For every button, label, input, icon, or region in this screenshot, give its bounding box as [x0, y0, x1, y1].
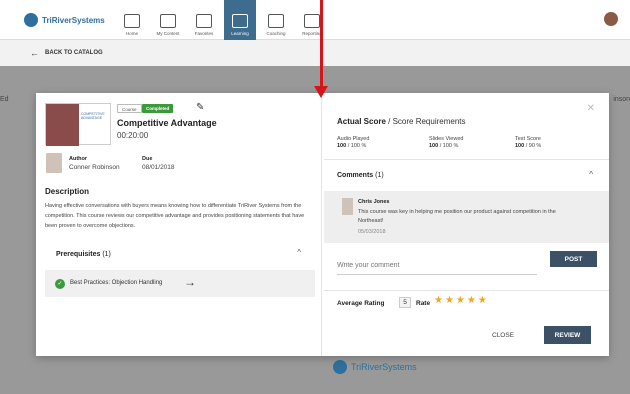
check-circle-icon: ✓	[55, 279, 65, 289]
bar-chart-icon	[304, 14, 320, 28]
chevron-up-icon[interactable]: ^	[297, 248, 301, 257]
graduation-cap-icon	[232, 14, 248, 28]
rate-label: Rate	[416, 300, 431, 307]
course-title: Competitive Advantage	[117, 118, 217, 128]
prerequisites-header[interactable]: Prerequisites (1) ^	[45, 241, 315, 271]
post-button[interactable]: POST	[550, 251, 597, 267]
nav-favorites[interactable]: Favorites	[188, 0, 220, 40]
close-icon[interactable]: ✕	[587, 103, 595, 114]
arrow-right-icon[interactable]: →	[184, 275, 196, 289]
chevron-up-icon[interactable]: ^	[589, 170, 593, 179]
logo-icon	[24, 13, 38, 27]
course-detail-modal: COMPETITIVE ADVANTAGE Course Completed ✎…	[36, 93, 609, 356]
brand-logo[interactable]: TriRiverSystems	[24, 13, 105, 27]
score-comments-panel: ✕ Actual Score / Score Requirements Audi…	[324, 93, 609, 356]
comments-header[interactable]: Comments (1) ^	[324, 159, 609, 191]
description-text: Having effective conversations with buye…	[45, 203, 305, 229]
comments-title: Comments (1)	[337, 172, 384, 179]
nav-home[interactable]: Home	[116, 0, 148, 40]
comment-text: This course was key in helping me positi…	[358, 209, 556, 224]
score-slides: Slides Viewed 100 / 100 %	[429, 136, 464, 149]
callout-arrow	[320, 0, 323, 88]
score-heading: Actual Score / Score Requirements	[337, 117, 466, 126]
list-item[interactable]: ✓ Best Practices: Objection Handling →	[45, 271, 315, 297]
logo-text: TriRiverSystems	[42, 15, 105, 25]
course-thumbnail: COMPETITIVE ADVANTAGE	[45, 103, 111, 146]
close-button[interactable]: CLOSE	[492, 332, 514, 339]
nav-coaching[interactable]: Coaching	[260, 0, 292, 40]
course-duration: 00:20:00	[117, 131, 149, 140]
course-info-panel: COMPETITIVE ADVANTAGE Course Completed ✎…	[36, 93, 318, 356]
clipboard-icon	[268, 14, 284, 28]
nav-my-content[interactable]: My Content	[152, 0, 184, 40]
footer-logo: TriRiverSystems	[333, 360, 417, 374]
pencil-icon[interactable]: ✎	[196, 102, 204, 113]
callout-arrow-head	[314, 86, 328, 98]
review-button[interactable]: REVIEW	[544, 326, 591, 344]
home-icon	[124, 14, 140, 28]
content-type-badge: Course	[117, 104, 142, 113]
prerequisites-title: Prerequisites (1)	[56, 251, 111, 258]
heart-icon	[196, 14, 212, 28]
prerequisite-label: Best Practices: Objection Handling	[70, 280, 163, 286]
content-icon	[160, 14, 176, 28]
comment-item: Chris Jones This course was key in helpi…	[324, 191, 609, 243]
star-rating-input[interactable]: ★★★★★	[434, 295, 489, 306]
arrow-left-icon: ←	[30, 48, 39, 58]
nav-learning[interactable]: Learning	[224, 0, 256, 40]
back-to-catalog-link[interactable]: ← BACK TO CATALOG	[30, 48, 103, 58]
description-heading: Description	[45, 187, 90, 196]
commenter-avatar	[342, 198, 353, 215]
author-avatar	[46, 153, 62, 173]
logo-icon	[333, 360, 347, 374]
average-rating-value: 5	[399, 297, 411, 308]
author-label: Author	[69, 156, 88, 162]
due-label: Due	[142, 156, 153, 162]
status-badge: Completed	[142, 104, 174, 113]
due-date: 08/01/2018	[142, 164, 175, 171]
comment-date: 05/03/2018	[358, 229, 386, 235]
user-avatar[interactable]	[604, 12, 618, 26]
rating-bar: Average Rating 5 Rate ★★★★★	[324, 290, 609, 316]
catalog-page: TriRiverSystems Home My Content Favorite…	[0, 0, 630, 394]
thumbnail-image	[46, 104, 79, 146]
score-audio: Audio Played 100 / 100 %	[337, 136, 370, 149]
top-navigation-bar: TriRiverSystems Home My Content Favorite…	[0, 0, 630, 40]
score-test: Test Score 100 / 90 %	[515, 136, 542, 149]
panel-divider	[321, 93, 322, 356]
average-rating-label: Average Rating	[337, 300, 385, 307]
nav-reporting[interactable]: Reporting	[296, 0, 328, 40]
comment-input[interactable]	[337, 257, 537, 275]
commenter-name: Chris Jones	[358, 199, 390, 205]
main-nav: Home My Content Favorites Learning Coach…	[116, 0, 332, 40]
author-name: Conner Robinson	[69, 164, 120, 171]
